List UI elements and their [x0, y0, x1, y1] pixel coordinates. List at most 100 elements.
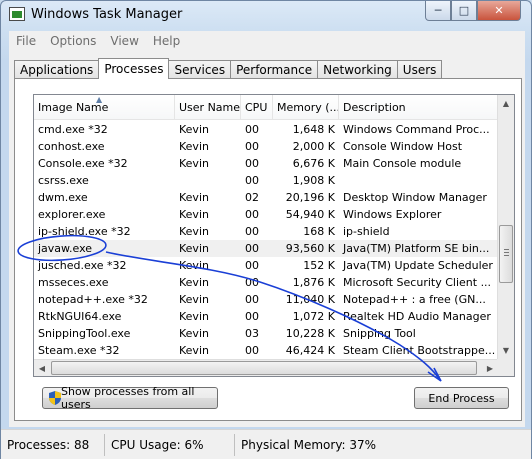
cell-description: Java(TM) Platform SE bin...: [343, 242, 490, 255]
scroll-right-icon[interactable]: ▶: [482, 360, 498, 376]
cell-cpu: 00: [245, 157, 259, 170]
task-manager-window: Windows Task Manager ─ □ ✕ File Options …: [0, 0, 532, 459]
table-row[interactable]: explorer.exe Kevin 00 54,940 K Windows E…: [34, 206, 499, 223]
cell-image-name: notepad++.exe *32: [38, 293, 148, 306]
show-all-processes-button[interactable]: Show processes from all users: [42, 385, 218, 411]
cell-user-name: Kevin: [179, 327, 209, 340]
window-title: Windows Task Manager: [31, 7, 183, 22]
uac-shield-icon: [49, 391, 61, 405]
vertical-scroll-thumb[interactable]: [499, 225, 513, 283]
cell-user-name: Kevin: [179, 225, 209, 238]
table-row[interactable]: dwm.exe Kevin 02 20,196 K Desktop Window…: [34, 189, 499, 206]
process-list[interactable]: Image Name ▲ User Name CPU Memory (... D…: [33, 94, 515, 377]
column-cpu[interactable]: CPU: [241, 95, 273, 120]
cell-memory: 152 K: [303, 259, 335, 272]
cell-cpu: 00: [245, 259, 259, 272]
end-process-button[interactable]: End Process: [414, 387, 509, 409]
close-icon: ✕: [494, 4, 504, 17]
minimize-button[interactable]: ─: [425, 1, 451, 21]
sort-ascending-icon: ▲: [96, 95, 103, 104]
cell-memory: 1,072 K: [292, 310, 335, 323]
menu-bar: File Options View Help: [9, 31, 525, 51]
cell-user-name: Kevin: [179, 208, 209, 221]
cell-image-name: javaw.exe: [38, 242, 93, 255]
show-all-processes-label: Show processes from all users: [61, 385, 195, 411]
tab-services[interactable]: Services: [168, 60, 232, 79]
cell-description: Snipping Tool: [343, 327, 416, 340]
table-row[interactable]: notepad++.exe *32 Kevin 00 11,040 K Note…: [34, 291, 499, 308]
cell-user-name: Kevin: [179, 191, 209, 204]
cell-memory: 2,000 K: [292, 140, 335, 153]
grip-line: [504, 249, 509, 250]
cell-image-name: ip-shield.exe *32: [38, 225, 131, 238]
horizontal-scroll-thumb[interactable]: [51, 361, 477, 375]
cell-memory: 1,908 K: [292, 174, 335, 187]
column-user-name[interactable]: User Name: [175, 95, 241, 120]
tab-users[interactable]: Users: [396, 60, 443, 79]
cell-description: [339, 172, 499, 189]
table-row[interactable]: ip-shield.exe *32 Kevin 00 168 K ip-shie…: [34, 223, 499, 240]
processes-panel: Image Name ▲ User Name CPU Memory (... D…: [14, 78, 522, 421]
table-row[interactable]: Console.exe *32 Kevin 00 6,676 K Main Co…: [34, 155, 499, 172]
table-row[interactable]: jusched.exe *32 Kevin 00 152 K Java(TM) …: [34, 257, 499, 274]
column-memory[interactable]: Memory (...: [273, 95, 339, 120]
tab-networking[interactable]: Networking: [317, 60, 398, 79]
cell-cpu: 00: [245, 225, 259, 238]
cell-cpu: 00: [245, 293, 259, 306]
table-row-selected[interactable]: javaw.exe Kevin 00 93,560 K Java(TM) Pla…: [34, 240, 499, 257]
cell-memory: 6,676 K: [292, 157, 335, 170]
table-row[interactable]: Steam.exe *32 Kevin 00 46,424 K Steam Cl…: [34, 342, 499, 359]
column-image-name[interactable]: Image Name ▲: [34, 95, 175, 120]
column-description[interactable]: Description: [339, 95, 499, 120]
menu-help[interactable]: Help: [146, 34, 187, 48]
table-row[interactable]: msseces.exe Kevin 00 1,876 K Microsoft S…: [34, 274, 499, 291]
cell-image-name: Console.exe *32: [38, 157, 128, 170]
horizontal-scrollbar[interactable]: ◀ ▶: [34, 359, 499, 376]
cell-image-name: RtkNGUI64.exe: [38, 310, 122, 323]
vertical-scrollbar[interactable]: ▲ ▼: [497, 95, 514, 359]
tab-performance[interactable]: Performance: [230, 60, 319, 79]
grip-line: [504, 255, 509, 256]
cell-user-name: Kevin: [179, 242, 209, 255]
scroll-down-icon[interactable]: ▼: [498, 342, 514, 359]
menu-file[interactable]: File: [9, 34, 43, 48]
cell-memory: 20,196 K: [285, 191, 335, 204]
cell-user-name: Kevin: [179, 140, 209, 153]
cell-image-name: Steam.exe *32: [38, 344, 120, 357]
task-manager-app-icon: [9, 7, 25, 21]
cell-user-name: Kevin: [179, 293, 209, 306]
maximize-icon: □: [458, 4, 470, 17]
cell-description: Windows Command Proc...: [343, 123, 490, 136]
client-area: Applications Processes Services Performa…: [9, 51, 525, 427]
cell-memory: 11,040 K: [285, 293, 335, 306]
tab-strip: Applications Processes Services Performa…: [14, 58, 443, 79]
scroll-up-icon[interactable]: ▲: [498, 95, 514, 112]
cell-cpu: 00: [245, 242, 259, 255]
cell-memory: 93,560 K: [285, 242, 335, 255]
table-row[interactable]: csrss.exe 00 1,908 K: [34, 172, 499, 189]
table-row[interactable]: cmd.exe *32 Kevin 00 1,648 K Windows Com…: [34, 121, 499, 138]
status-cpu-usage: CPU Usage: 6%: [105, 433, 235, 456]
cell-description: Windows Explorer: [343, 208, 442, 221]
scroll-left-icon[interactable]: ◀: [34, 360, 50, 376]
table-row[interactable]: RtkNGUI64.exe Kevin 00 1,072 K Realtek H…: [34, 308, 499, 325]
cell-memory: 10,228 K: [285, 327, 335, 340]
maximize-button[interactable]: □: [451, 1, 477, 21]
cell-cpu: 00: [245, 174, 259, 187]
tab-processes[interactable]: Processes: [98, 58, 170, 79]
menu-view[interactable]: View: [103, 34, 145, 48]
close-button[interactable]: ✕: [477, 1, 521, 21]
tab-applications[interactable]: Applications: [14, 60, 100, 79]
cell-description: ip-shield: [343, 225, 390, 238]
table-row[interactable]: SnippingTool.exe Kevin 03 10,228 K Snipp…: [34, 325, 499, 342]
cell-image-name: dwm.exe: [38, 191, 88, 204]
cell-description: Desktop Window Manager: [343, 191, 487, 204]
title-bar[interactable]: Windows Task Manager ─ □ ✕: [1, 1, 531, 29]
cell-image-name: cmd.exe *32: [38, 123, 108, 136]
cell-description: Console Window Host: [343, 140, 463, 153]
table-row[interactable]: conhost.exe Kevin 00 2,000 K Console Win…: [34, 138, 499, 155]
cell-user-name: [175, 172, 241, 189]
cell-cpu: 03: [245, 327, 259, 340]
scrollbar-corner: [497, 359, 514, 376]
menu-options[interactable]: Options: [43, 34, 103, 48]
